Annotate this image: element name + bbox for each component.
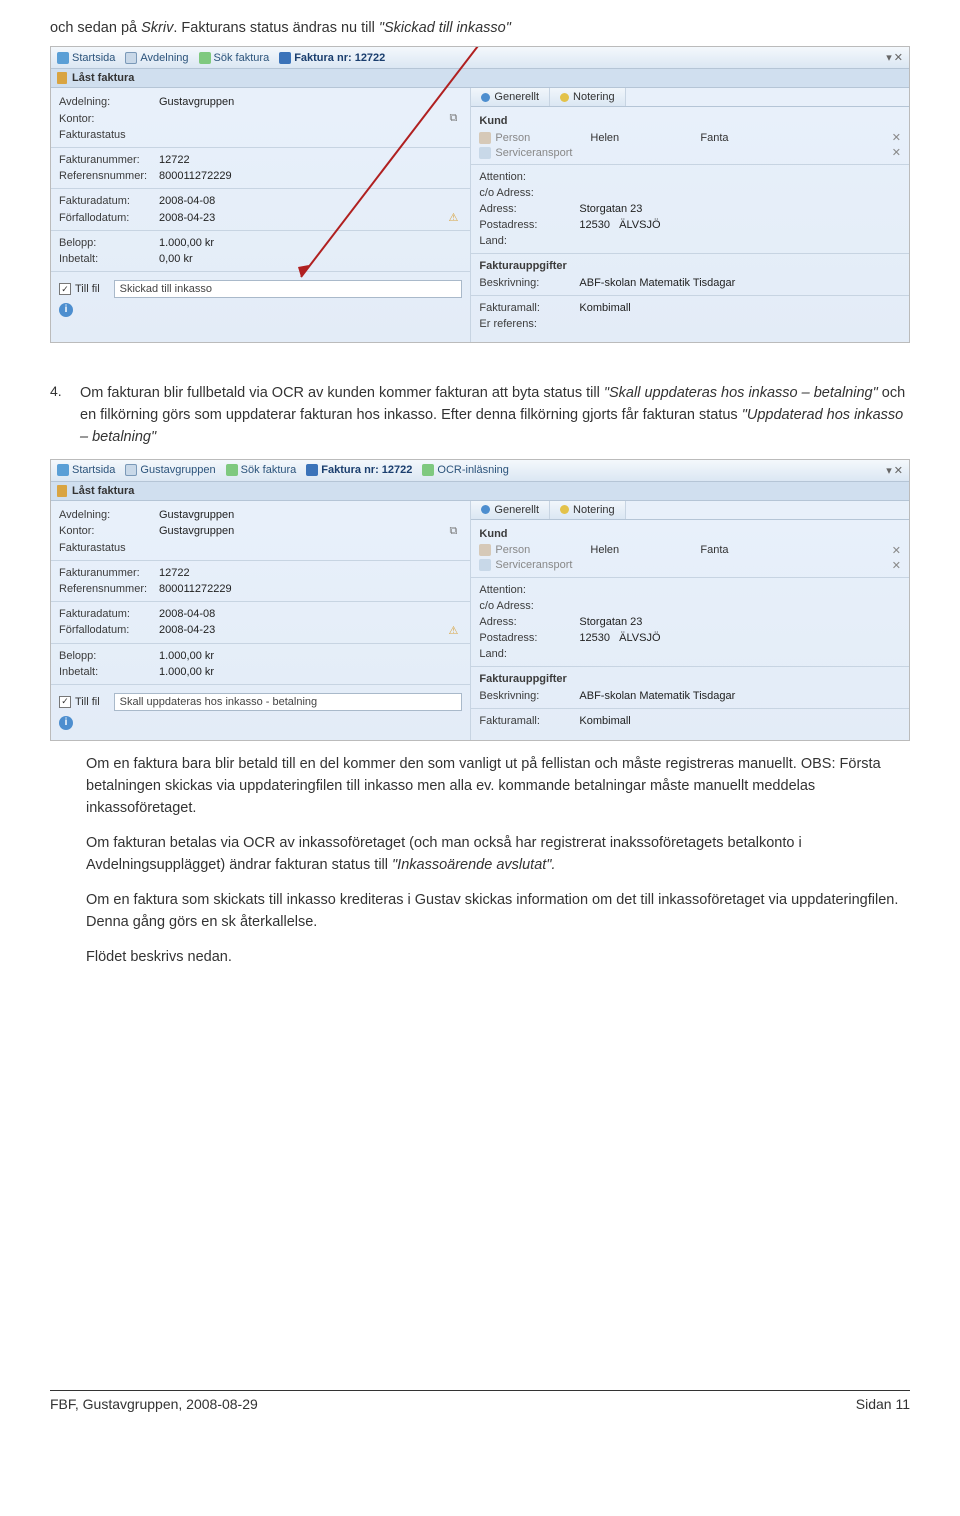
crumb-faktura[interactable]: Faktura nr: 12722 [306,464,412,476]
crumb-start[interactable]: Startsida [57,52,115,64]
clear-icon[interactable]: ✕ [885,544,901,557]
service-icon [479,147,491,159]
tab-notering[interactable]: Notering [550,88,626,106]
screenshot-1: Startsida Avdelning Sök faktura Faktura … [50,46,910,343]
crumb-search[interactable]: Sök faktura [199,52,270,64]
home-icon [57,464,69,476]
window-title: Låst faktura [51,482,909,501]
body-p4: Flödet beskrivs nedan. [86,946,910,968]
window-controls[interactable]: ▾✕ [884,51,903,64]
pin-icon[interactable]: ▾ [886,52,892,64]
breadcrumb-bar: Startsida Gustavgruppen Sök faktura Fakt… [51,460,909,482]
copy-icon[interactable]: ⧉ [444,112,462,125]
search-icon [199,52,211,64]
breadcrumb-bar: Startsida Avdelning Sök faktura Faktura … [51,47,909,69]
body-p2: Om fakturan betalas via OCR av inkassofö… [86,832,910,877]
invoice-icon [279,52,291,64]
copy-icon[interactable]: ⧉ [444,525,462,538]
crumb-start[interactable]: Startsida [57,464,115,476]
tab-notering[interactable]: Notering [550,501,626,519]
dept-icon [125,464,137,476]
home-icon [57,52,69,64]
warning-icon: ⚠ [444,624,462,637]
dept-icon [125,52,137,64]
crumb-ocr[interactable]: OCR-inläsning [422,464,509,476]
info-icon[interactable]: i [59,303,73,317]
window-title: Låst faktura [51,69,909,88]
right-pane: Generellt Notering Kund PersonHelenFanta… [471,88,909,342]
close-icon[interactable]: ✕ [894,465,903,477]
tab-generellt[interactable]: Generellt [471,501,550,519]
warning-icon: ⚠ [444,211,462,224]
clear-icon[interactable]: ✕ [885,559,901,572]
right-pane: Generellt Notering Kund PersonHelenFanta… [471,501,909,740]
tab-generellt[interactable]: Generellt [471,88,550,106]
person-icon [479,544,491,556]
service-icon [479,559,491,571]
crumb-faktura[interactable]: Faktura nr: 12722 [279,52,385,64]
pin-icon[interactable]: ▾ [886,465,892,477]
left-pane: Avdelning:Gustavgruppen Kontor:⧉ Faktura… [51,88,471,342]
intro-text: och sedan på Skriv. Fakturans status änd… [50,18,910,38]
status-field: Skickad till inkasso [114,280,463,298]
till-fil-checkbox[interactable]: ✓ [59,283,71,295]
page-footer: FBF, Gustavgruppen, 2008-08-29 Sidan 11 [50,1390,910,1412]
footer-left: FBF, Gustavgruppen, 2008-08-29 [50,1396,258,1412]
status-field: Skall uppdateras hos inkasso - betalning [114,693,463,711]
screenshot-2: Startsida Gustavgruppen Sök faktura Fakt… [50,459,910,741]
left-pane: Avdelning:Gustavgruppen Kontor:Gustavgru… [51,501,471,740]
body-p1: Om en faktura bara blir betald till en d… [86,753,910,820]
ocr-icon [422,464,434,476]
clear-icon[interactable]: ✕ [885,146,901,159]
info-icon[interactable]: i [59,716,73,730]
person-icon [479,132,491,144]
footer-right: Sidan 11 [856,1396,910,1412]
crumb-dept[interactable]: Gustavgruppen [125,464,215,476]
till-fil-checkbox[interactable]: ✓ [59,696,71,708]
crumb-dept[interactable]: Avdelning [125,52,188,64]
close-icon[interactable]: ✕ [894,52,903,64]
body-p3: Om en faktura som skickats till inkasso … [86,889,910,934]
search-icon [226,464,238,476]
clear-icon[interactable]: ✕ [885,131,901,144]
lock-icon [57,72,67,84]
crumb-search[interactable]: Sök faktura [226,464,297,476]
window-controls[interactable]: ▾✕ [884,464,903,477]
paragraph-4: 4. Om fakturan blir fullbetald via OCR a… [50,383,910,448]
lock-icon [57,485,67,497]
invoice-icon [306,464,318,476]
